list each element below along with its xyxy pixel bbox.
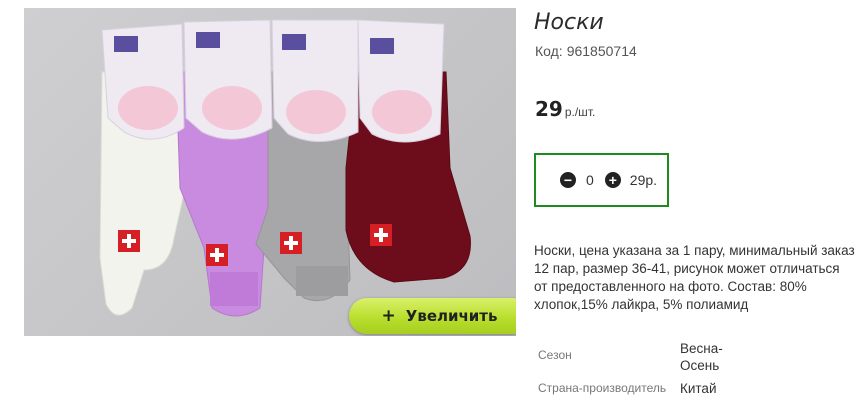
zoom-plus-icon: + [381, 306, 396, 326]
product-description: Носки, цена указана за 1 пару, минимальн… [534, 243, 855, 312]
minus-circle-icon[interactable]: − [560, 172, 576, 188]
property-name: Страна-производитель [538, 381, 667, 395]
properties-table: Сезон Весна-Осень Страна-производитель К… [534, 340, 740, 397]
property-value: Китай [680, 381, 717, 396]
plus-circle-icon[interactable]: + [604, 172, 621, 188]
zoom-label: Увеличить [405, 307, 498, 325]
product-code-value: 961850714 [566, 43, 637, 59]
product-code: Код: 961850714 [535, 43, 637, 59]
socks-illustration [99, 19, 471, 317]
quantity-stepper: − 0 + 29р. [534, 153, 669, 207]
product-code-label: Код: [535, 43, 563, 59]
product-price: 29 р./шт. [535, 97, 595, 121]
zoom-button[interactable]: + Увеличить [349, 298, 516, 334]
property-row: Сезон Весна-Осень [534, 340, 740, 374]
product-image[interactable]: + Увеличить [24, 8, 516, 336]
property-name: Сезон [538, 348, 572, 362]
property-row: Страна-производитель Китай [534, 380, 740, 397]
price-value: 29 [535, 97, 563, 121]
property-value: Весна-Осень [680, 341, 723, 373]
product-title: Носки [534, 10, 604, 35]
quantity-total: 29р. [629, 172, 658, 188]
quantity-value: 0 [586, 172, 594, 188]
price-unit: р./шт. [564, 105, 596, 119]
